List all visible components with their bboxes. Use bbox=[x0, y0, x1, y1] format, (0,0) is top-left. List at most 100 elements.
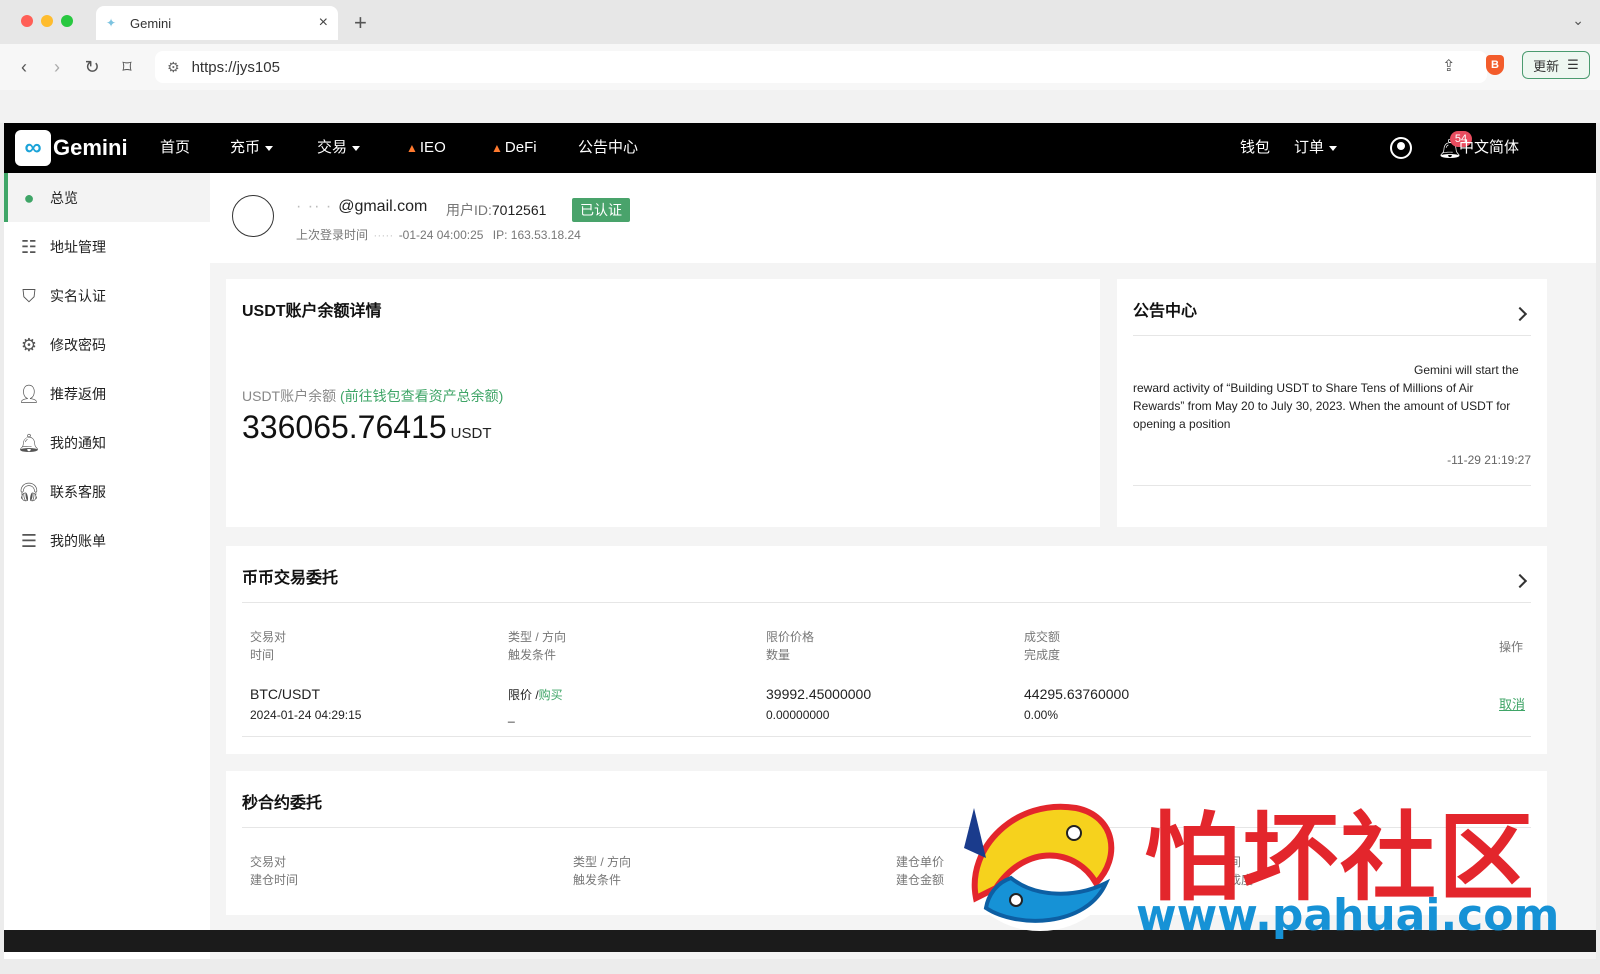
nav-trade[interactable]: 交易 bbox=[317, 123, 361, 173]
nav-wallet[interactable]: 钱包 bbox=[1240, 123, 1270, 173]
balance-title: USDT账户余额详情 bbox=[242, 303, 382, 320]
language-switch[interactable]: 中文简体 bbox=[1459, 123, 1519, 173]
sidebar-item-verification[interactable]: ⛉ 实名认证 bbox=[4, 271, 210, 320]
table-header: 间成度 bbox=[1229, 853, 1253, 889]
header-open-amount: 建仓金额 bbox=[896, 873, 945, 887]
cancel-order-button[interactable]: 取消 bbox=[1499, 697, 1525, 712]
nav-defi[interactable]: ▲ DeFi bbox=[491, 123, 537, 173]
user-icon[interactable] bbox=[1390, 137, 1412, 159]
cell-type: 限价 /购买 _ bbox=[508, 684, 563, 726]
table-header: 成交额 完成度 bbox=[1024, 628, 1060, 664]
nav-ieo[interactable]: ▲ IEO bbox=[406, 123, 446, 173]
caret-down-icon bbox=[1329, 145, 1338, 151]
nav-defi-label: DeFi bbox=[504, 139, 537, 156]
update-button[interactable]: 更新 ☰ bbox=[1522, 51, 1590, 79]
sidebar-item-label: 总览 bbox=[50, 189, 78, 206]
time-value: 2024-01-24 04:29:15 bbox=[250, 708, 362, 722]
browser-toolbar: ‹ › ↻ ⌑ ⚙ https://jys105 ⇪ B 更新 ☰ bbox=[0, 44, 1600, 90]
close-tab-icon[interactable]: × bbox=[319, 14, 328, 32]
user-email: · ·· · @gmail.com bbox=[296, 198, 427, 216]
nav-trade-label: 交易 bbox=[317, 139, 348, 156]
wallet-link[interactable]: (前往钱包查看资产总余额) bbox=[340, 388, 503, 404]
sidebar-item-support[interactable]: 🎧︎ 联系客服 bbox=[4, 467, 210, 516]
sidebar-item-overview[interactable]: ● 总览 bbox=[4, 173, 210, 222]
verified-badge: 已认证 bbox=[572, 198, 630, 222]
nav-notices[interactable]: 公告中心 bbox=[578, 123, 638, 173]
caret-down-icon bbox=[265, 145, 274, 151]
header-trigger: 触发条件 bbox=[508, 648, 557, 662]
bottom-bar bbox=[4, 930, 1596, 952]
flame-icon: ▲ bbox=[406, 141, 418, 155]
site-settings-icon[interactable]: ⚙ bbox=[167, 59, 180, 76]
gear-icon: ⚙ bbox=[20, 334, 38, 355]
user-id: 用户ID:7012561 bbox=[446, 200, 546, 220]
site-logo[interactable]: ∞ Gemini bbox=[15, 130, 128, 166]
sidebar-item-label: 地址管理 bbox=[50, 238, 106, 255]
sidebar-item-password[interactable]: ⚙ 修改密码 bbox=[4, 320, 210, 369]
chevron-right-icon[interactable] bbox=[1512, 306, 1528, 322]
sidebar: ● 总览 ☷ 地址管理 ⛉ 实名认证 ⚙ 修改密码 👤︎ 推荐返佣 🔔︎ 我的通… bbox=[4, 173, 210, 959]
cell-price: 39992.45000000 0.00000000 bbox=[766, 684, 871, 725]
announcement-card: 公告中心 Gemini will start the reward activi… bbox=[1117, 279, 1547, 527]
minimize-window-button[interactable] bbox=[41, 15, 53, 27]
balance-value-row: 336065.76415 USDT bbox=[242, 409, 492, 446]
nav-deposit-label: 充币 bbox=[230, 139, 261, 156]
header-pair: 交易对 bbox=[250, 630, 287, 644]
last-login-time: -01-24 04:00:25 bbox=[398, 228, 484, 242]
nav-home[interactable]: 首页 bbox=[160, 123, 190, 173]
new-tab-icon[interactable]: + bbox=[354, 10, 367, 36]
add-user-icon: 👤︎ bbox=[17, 383, 41, 404]
divider bbox=[242, 736, 1531, 737]
uid-label: 用户ID: bbox=[446, 202, 492, 218]
page-top-gap bbox=[0, 90, 1600, 123]
divider bbox=[242, 602, 1531, 603]
nav-deposit[interactable]: 充币 bbox=[230, 123, 274, 173]
header-trigger: 触发条件 bbox=[573, 873, 622, 887]
spot-orders-title: 币币交易委托 bbox=[242, 570, 339, 587]
announcement-date: -11-29 21:19:27 bbox=[1447, 453, 1531, 467]
header-type: 类型 / 方向 bbox=[508, 630, 567, 644]
email-domain: @gmail.com bbox=[338, 198, 428, 215]
shield-icon: ⛉ bbox=[22, 285, 36, 306]
bookmark-icon[interactable]: ⌑ bbox=[116, 56, 138, 78]
zoom-window-button[interactable] bbox=[61, 15, 73, 27]
sidebar-item-notifications[interactable]: 🔔︎ 我的通知 bbox=[4, 418, 210, 467]
browser-tabstrip: ✦ Gemini × + ⌄ bbox=[0, 0, 1600, 44]
divider bbox=[1133, 485, 1531, 486]
brave-shield-icon[interactable]: B bbox=[1486, 55, 1504, 75]
chevron-right-icon[interactable] bbox=[1512, 573, 1528, 589]
last-login-label: 上次登录时间 bbox=[296, 228, 369, 242]
table-header: 交易对 建仓时间 bbox=[250, 853, 298, 889]
share-icon[interactable]: ⇪ bbox=[1442, 56, 1455, 76]
forward-icon[interactable]: › bbox=[46, 56, 68, 78]
amount-value: 44295.63760000 bbox=[1024, 686, 1130, 702]
address-bar[interactable]: ⚙ https://jys105 bbox=[155, 51, 1487, 83]
sidebar-item-bills[interactable]: ☰ 我的账单 bbox=[4, 516, 210, 565]
last-login-ip: IP: 163.53.18.24 bbox=[492, 228, 581, 242]
announcement-title: 公告中心 bbox=[1133, 303, 1198, 320]
divider bbox=[1133, 335, 1531, 336]
header-progress-partial: 成度 bbox=[1229, 873, 1254, 887]
browser-tab[interactable]: ✦ Gemini × bbox=[96, 6, 338, 40]
type-value: 限价 / bbox=[508, 688, 539, 702]
second-contract-card: 秒合约委托 交易对 建仓时间 类型 / 方向 触发条件 建仓单价 建仓金额 间成度 bbox=[226, 771, 1547, 915]
announcement-text[interactable]: Gemini will start the reward activity of… bbox=[1133, 361, 1525, 433]
sidebar-item-label: 实名认证 bbox=[50, 287, 106, 304]
balance-label: USDT账户余额 (前往钱包查看资产总余额) bbox=[242, 386, 503, 406]
spot-orders-card: 币币交易委托 交易对 时间 类型 / 方向 触发条件 限价价格 数量 成交额 完成度 操… bbox=[226, 546, 1547, 754]
chevron-down-icon[interactable]: ⌄ bbox=[1572, 12, 1584, 29]
back-icon[interactable]: ‹ bbox=[13, 56, 35, 78]
avatar[interactable] bbox=[232, 195, 274, 237]
last-login: 上次登录时间 ····· -01-24 04:00:25 IP: 163.53.… bbox=[296, 228, 581, 242]
header-qty: 数量 bbox=[766, 648, 791, 662]
close-window-button[interactable] bbox=[21, 15, 33, 27]
nav-orders[interactable]: 订单 bbox=[1294, 123, 1338, 173]
sidebar-item-referral[interactable]: 👤︎ 推荐返佣 bbox=[4, 369, 210, 418]
tab-title: Gemini bbox=[130, 15, 172, 31]
user-info-bar: · ·· · @gmail.com 用户ID:7012561 已认证 上次登录时间… bbox=[210, 173, 1596, 263]
balance-card: USDT账户余额详情 USDT账户余额 (前往钱包查看资产总余额) 336065… bbox=[226, 279, 1100, 527]
sidebar-item-address[interactable]: ☷ 地址管理 bbox=[4, 222, 210, 271]
table-header: 限价价格 数量 bbox=[766, 628, 814, 664]
site-viewport: ∞ Gemini 首页 充币 交易 ▲ IEO ▲ DeFi 公告中心 钱包 订单 … bbox=[4, 123, 1596, 959]
reload-icon[interactable]: ↻ bbox=[81, 56, 103, 78]
